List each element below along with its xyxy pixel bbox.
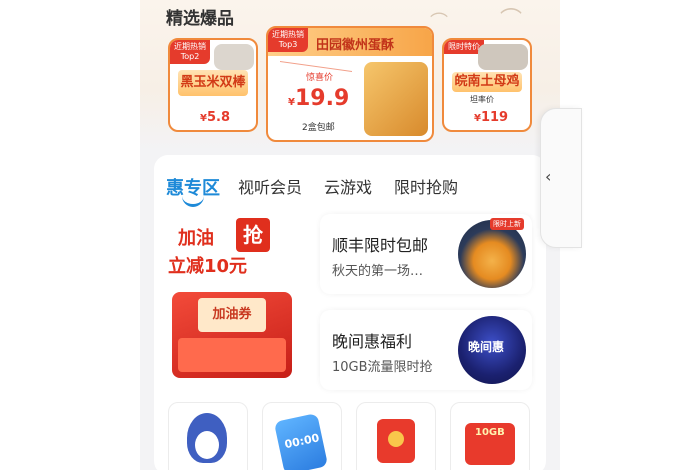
box-body — [178, 338, 286, 372]
banner-headline: 加油 — [178, 228, 214, 249]
coupon-label: 加油券 — [198, 298, 266, 332]
pastry-image — [364, 62, 428, 136]
product-price: ¥5.8 — [200, 110, 230, 125]
penguin-tile[interactable] — [168, 402, 248, 470]
product-image — [214, 44, 254, 70]
evening-logo-icon: 晚间惠 — [458, 316, 526, 384]
tab-cloud-games[interactable]: 云游戏 — [324, 174, 372, 198]
product-card-corn[interactable]: 近期热销 Top2 黑玉米双棒 ¥5.8 — [168, 38, 258, 132]
tab-flash-sale[interactable]: 限时抢购 — [394, 174, 458, 198]
promo-title: 顺丰限时包邮 — [332, 236, 429, 255]
product-image — [478, 44, 528, 70]
promo-subtitle: 10GB流量限时抢 — [332, 360, 433, 375]
side-collapse-handle[interactable]: ‹ — [540, 108, 582, 248]
product-card-pastry[interactable]: 近期热销 Top3 田园徽州蛋酥 惊喜价 ¥19.9 2盒包邮 — [266, 26, 434, 142]
promo-sf-shipping[interactable]: 顺丰限时包邮 秋天的第一场… 限时上新 — [320, 214, 532, 294]
fuel-coupon-banner[interactable]: 加油 抢 立减10元 加油券 — [164, 216, 314, 388]
rank-tag: 近期热销 Top2 — [170, 40, 210, 64]
gift-box-tile[interactable]: 10GB — [450, 402, 530, 470]
product-name: 皖南土母鸡 — [452, 72, 522, 92]
penguin-icon — [187, 413, 227, 463]
product-note: 坦率价 — [470, 95, 494, 104]
product-name: 黑玉米双棒 — [178, 70, 248, 96]
new-badge: 限时上新 — [490, 218, 524, 230]
tab-video-membership[interactable]: 视听会员 — [238, 174, 302, 198]
gift-box-illustration: 加油券 — [172, 292, 292, 378]
gift-box-icon: 10GB — [465, 423, 515, 465]
promo-subtitle: 秋天的第一场… — [332, 264, 424, 279]
product-card-chicken[interactable]: 限时特价 皖南土母鸡 坦率价 ¥119 — [442, 38, 532, 132]
shipping-note: 2盒包邮 — [302, 123, 335, 133]
bird-decoration-icon: ⌒ — [500, 8, 523, 33]
red-envelope-tile[interactable] — [356, 402, 436, 470]
left-margin — [0, 0, 140, 470]
red-envelope-icon — [377, 419, 415, 463]
banner-discount: 立减10元 — [168, 256, 248, 277]
promo-title: 晚间惠福利 — [332, 332, 413, 351]
phone-screen: ⌒ ⌒ 精选爆品 近期热销 Top2 黑玉米双棒 ¥5.8 近期热销 Top3 田园… — [140, 0, 560, 470]
chevron-left-icon: ‹ — [545, 167, 552, 186]
promo-evening-data[interactable]: 晚间惠福利 10GB流量限时抢 晚间惠 — [320, 310, 532, 390]
grab-badge: 抢 — [236, 218, 270, 252]
crab-pot-image — [458, 220, 526, 288]
product-name: 田园徽州蛋酥 — [316, 38, 395, 53]
phone-clock-tile[interactable]: 00:00 — [262, 402, 342, 470]
phone-clock-icon: 00:00 — [273, 413, 329, 470]
product-price: ¥119 — [474, 110, 509, 125]
rank-tag: 近期热销 Top3 — [268, 28, 308, 52]
product-price: ¥19.9 — [288, 86, 350, 111]
section-title: 精选爆品 — [166, 9, 234, 29]
